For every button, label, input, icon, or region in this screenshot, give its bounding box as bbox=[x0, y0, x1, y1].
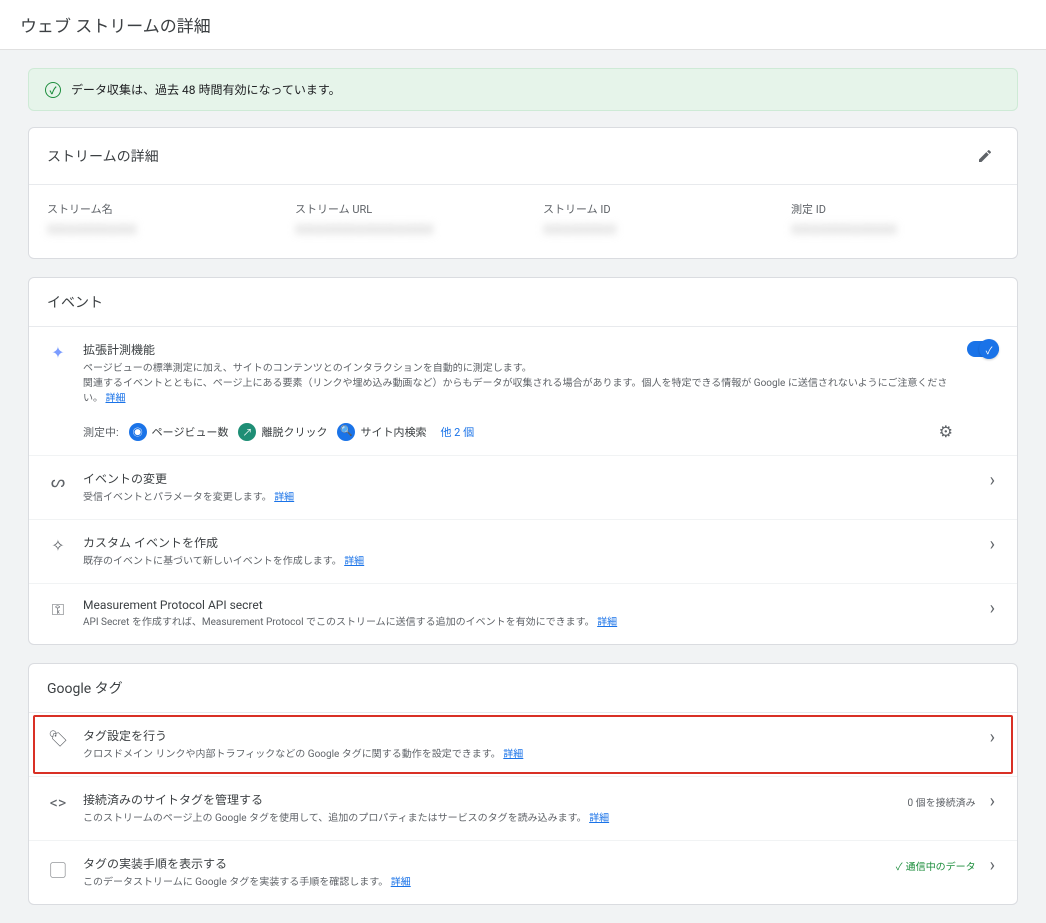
row-desc: API Secret を作成すれば、Measurement Protocol で… bbox=[83, 615, 972, 630]
row-body: 拡張計測機能 ページビューの標準測定に加え、サイトのコンテンツとのインタラクショ… bbox=[83, 341, 953, 441]
key-icon: ⚿ bbox=[47, 598, 69, 620]
row-desc: このストリームのページ上の Google タグを使用して、追加のプロパティまたは… bbox=[83, 811, 893, 826]
details-link[interactable]: 詳細 bbox=[344, 556, 364, 567]
chevron-right-icon[interactable]: › bbox=[986, 534, 999, 555]
wand-icon: ᔕ bbox=[47, 470, 69, 491]
label: ストリーム名 bbox=[47, 201, 255, 217]
tag-icon: 🏷 bbox=[47, 727, 69, 748]
row-desc: クロスドメイン リンクや内部トラフィックなどの Google タグに関する動作を… bbox=[83, 747, 972, 762]
row-title: 拡張計測機能 bbox=[83, 341, 953, 358]
main-content: データ収集は、過去 48 時間有効になっています。 ストリームの詳細 ストリーム… bbox=[28, 68, 1018, 905]
modify-events-row[interactable]: ᔕ イベントの変更 受信イベントとパラメータを変更します。 詳細 › bbox=[29, 455, 1017, 519]
alert-text: データ収集は、過去 48 時間有効になっています。 bbox=[71, 81, 341, 98]
row-title: イベントの変更 bbox=[83, 470, 972, 487]
details-link[interactable]: 詳細 bbox=[503, 749, 523, 760]
enhanced-measurement-row: ✦ 拡張計測機能 ページビューの標準測定に加え、サイトのコンテンツとのインタラク… bbox=[29, 327, 1017, 455]
chip-label: 離脱クリック bbox=[261, 424, 327, 440]
row-title: タグの実装手順を表示する bbox=[83, 855, 882, 872]
check-icon bbox=[45, 82, 61, 98]
edit-button[interactable] bbox=[971, 142, 999, 170]
row-tail bbox=[967, 341, 999, 357]
desc-line2: 関連するイベントとともに、ページ上にある要素（リンクや埋め込み動画など）からもデ… bbox=[83, 378, 947, 404]
chip-search: 🔍 サイト内検索 bbox=[337, 423, 426, 441]
tag-instructions-row[interactable]: ▢ タグの実装手順を表示する このデータストリームに Google タグを実装す… bbox=[29, 840, 1017, 904]
row-title: カスタム イベントを作成 bbox=[83, 534, 972, 551]
details-link[interactable]: 詳細 bbox=[597, 617, 617, 628]
chip-pageview: ◉ ページビュー数 bbox=[129, 423, 229, 441]
row-desc: このデータストリームに Google タグを実装する手順を確認します。 詳細 bbox=[83, 875, 882, 890]
chevron-right-icon[interactable]: › bbox=[986, 470, 999, 491]
row-title: タグ設定を行う bbox=[83, 727, 972, 744]
value-redacted: XXXXXXXXX bbox=[543, 223, 751, 238]
row-title: Measurement Protocol API secret bbox=[83, 598, 972, 612]
card-title: ストリームの詳細 bbox=[47, 146, 159, 166]
value-redacted: XXXXXXXXXXX bbox=[47, 223, 255, 238]
connected-tags-row[interactable]: <> 接続済みのサイトタグを管理する このストリームのページ上の Google … bbox=[29, 776, 1017, 840]
chevron-right-icon[interactable]: › bbox=[986, 598, 999, 619]
search-icon: 🔍 bbox=[337, 423, 355, 441]
label: 測定 ID bbox=[791, 201, 999, 217]
details-link[interactable]: 詳細 bbox=[589, 813, 609, 824]
page-title: ウェブ ストリームの詳細 bbox=[0, 0, 1046, 50]
chevron-right-icon[interactable]: › bbox=[986, 791, 999, 812]
value-redacted: XXXXXXXXXXXXXXXXX bbox=[295, 223, 503, 238]
chip-label: サイト内検索 bbox=[360, 424, 426, 440]
stream-url-col: ストリーム URL XXXXXXXXXXXXXXXXX bbox=[295, 201, 503, 238]
value-redacted: XXXXXXXXXXXXX bbox=[791, 223, 999, 238]
stream-id-col: ストリーム ID XXXXXXXXX bbox=[543, 201, 751, 238]
chevron-right-icon[interactable]: › bbox=[986, 855, 999, 876]
chip-label: ページビュー数 bbox=[152, 424, 229, 440]
document-icon: ▢ bbox=[47, 855, 69, 881]
eye-icon: ◉ bbox=[129, 423, 147, 441]
chevron-right-icon[interactable]: › bbox=[986, 727, 999, 748]
card-title: Google タグ bbox=[47, 678, 123, 698]
stream-details-card: ストリームの詳細 ストリーム名 XXXXXXXXXXX ストリーム URL XX… bbox=[28, 127, 1018, 259]
desc-line1: ページビューの標準測定に加え、サイトのコンテンツとのインタラクションを自動的に測… bbox=[83, 363, 532, 374]
row-desc: 受信イベントとパラメータを変更します。 詳細 bbox=[83, 490, 972, 505]
gtag-card: Google タグ 🏷 タグ設定を行う クロスドメイン リンクや内部トラフィック… bbox=[28, 663, 1018, 905]
stream-grid: ストリーム名 XXXXXXXXXXX ストリーム URL XXXXXXXXXXX… bbox=[29, 185, 1017, 258]
measuring-label: 測定中: bbox=[83, 424, 119, 440]
events-card: イベント ✦ 拡張計測機能 ページビューの標準測定に加え、サイトのコンテンツとの… bbox=[28, 277, 1018, 645]
details-link[interactable]: 詳細 bbox=[105, 393, 125, 404]
custom-events-row[interactable]: ✧ カスタム イベントを作成 既存のイベントに基づいて新しいイベントを作成します… bbox=[29, 519, 1017, 583]
connected-count-badge: 0 個を接続済み bbox=[907, 794, 975, 809]
details-link[interactable]: 詳細 bbox=[274, 492, 294, 503]
more-link[interactable]: 他 2 個 bbox=[440, 424, 474, 440]
card-title: イベント bbox=[47, 292, 103, 312]
label: ストリーム ID bbox=[543, 201, 751, 217]
pencil-icon bbox=[977, 148, 993, 164]
enhanced-toggle[interactable] bbox=[967, 341, 999, 357]
details-link[interactable]: 詳細 bbox=[391, 877, 411, 888]
measurement-chips: 測定中: ◉ ページビュー数 ↗ 離脱クリック 🔍 サイト内検索 他 2 個 ⚙ bbox=[83, 422, 953, 441]
label: ストリーム URL bbox=[295, 201, 503, 217]
exit-icon: ↗ bbox=[238, 423, 256, 441]
measurement-id-col: 測定 ID XXXXXXXXXXXXX bbox=[791, 201, 999, 238]
sparkle-icon: ✧ bbox=[47, 534, 69, 555]
api-secret-row[interactable]: ⚿ Measurement Protocol API secret API Se… bbox=[29, 583, 1017, 644]
code-icon: <> bbox=[47, 791, 69, 812]
stream-name-col: ストリーム名 XXXXXXXXXXX bbox=[47, 201, 255, 238]
row-desc: 既存のイベントに基づいて新しいイベントを作成します。 詳細 bbox=[83, 554, 972, 569]
highlighted-tag-settings: 🏷 タグ設定を行う クロスドメイン リンクや内部トラフィックなどの Google… bbox=[33, 715, 1013, 774]
row-desc: ページビューの標準測定に加え、サイトのコンテンツとのインタラクションを自動的に測… bbox=[83, 361, 953, 406]
gear-icon[interactable]: ⚙ bbox=[939, 422, 953, 441]
data-flowing-badge: 通信中のデータ bbox=[896, 858, 976, 873]
events-header: イベント bbox=[29, 278, 1017, 327]
data-collection-alert: データ収集は、過去 48 時間有効になっています。 bbox=[28, 68, 1018, 111]
chip-outbound: ↗ 離脱クリック bbox=[238, 423, 327, 441]
gtag-header: Google タグ bbox=[29, 664, 1017, 713]
row-title: 接続済みのサイトタグを管理する bbox=[83, 791, 893, 808]
sparkle-icon: ✦ bbox=[47, 341, 69, 362]
stream-details-header: ストリームの詳細 bbox=[29, 128, 1017, 185]
